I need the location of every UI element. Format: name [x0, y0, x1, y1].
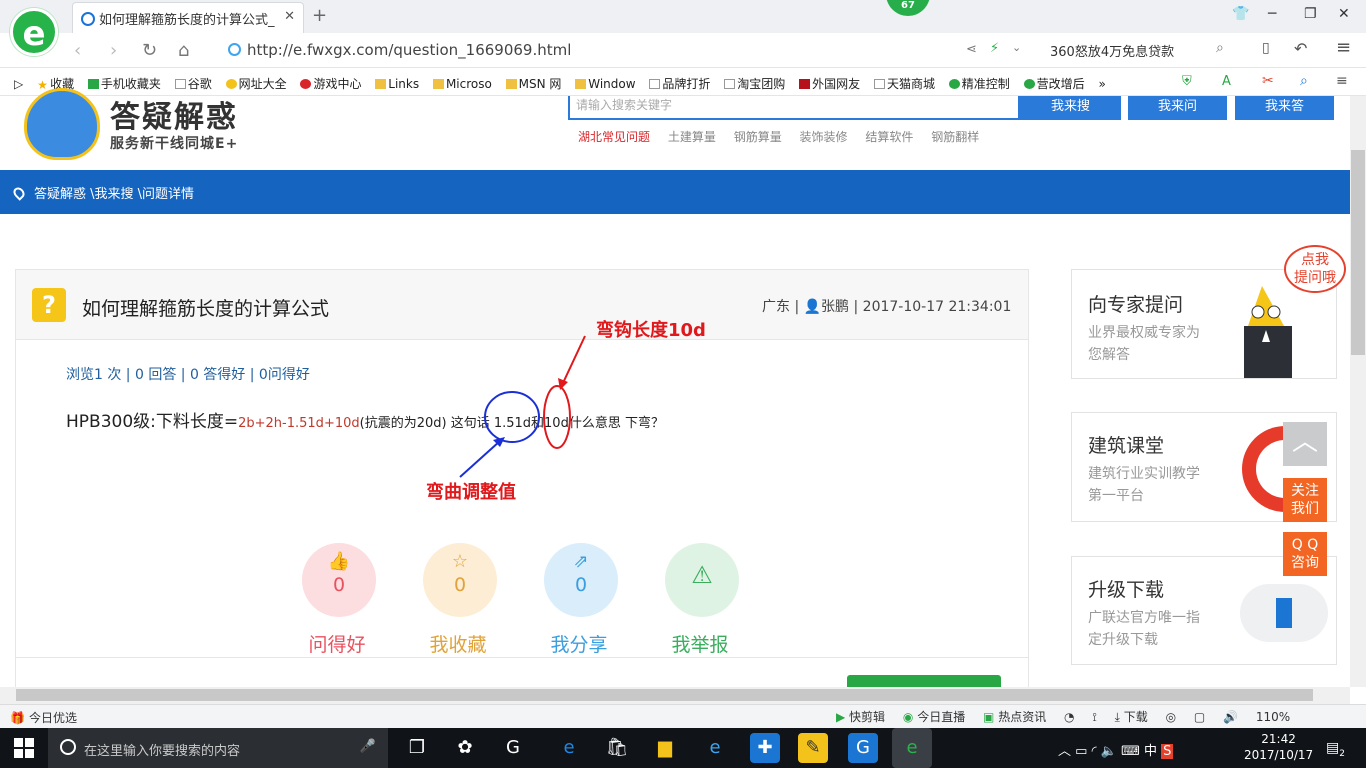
- swirl-app-icon[interactable]: G: [498, 733, 528, 763]
- file-explorer-icon[interactable]: ▆: [650, 733, 680, 763]
- expert-card-title: 向专家提问: [1088, 294, 1184, 316]
- favorite-count: 0: [453, 574, 467, 596]
- taskbar-search-placeholder: 在这里输入你要搜索的内容: [84, 744, 241, 759]
- expert-card-subtitle: 业界最权威专家为您解答: [1088, 325, 1200, 363]
- pencil-mascot-icon: [1222, 282, 1322, 378]
- cortana-icon: [60, 739, 76, 755]
- classroom-card-title: 建筑课堂: [1088, 435, 1165, 457]
- like-label[interactable]: 问得好: [287, 630, 387, 657]
- news-icon: ▣: [983, 710, 999, 724]
- thumbs-up-icon: 👍: [327, 551, 351, 572]
- share-icon: ⇗: [573, 551, 589, 572]
- window-icon[interactable]: ▢: [1194, 710, 1205, 724]
- red-ellipse: [543, 385, 571, 449]
- keyboard-icon[interactable]: ⌨: [1121, 744, 1140, 759]
- edge-browser-icon[interactable]: e: [554, 733, 584, 763]
- share-button[interactable]: ⇗ 0: [544, 543, 618, 617]
- quick-edit[interactable]: ▶ 快剪辑: [836, 710, 885, 724]
- speaker-icon[interactable]: 🔈: [1101, 744, 1117, 759]
- downloads[interactable]: ⤓ 下载: [1115, 710, 1148, 724]
- system-tray: ︿ ▭ ◜ 🔈 ⌨ 中 S: [1058, 740, 1174, 759]
- clock-time: 21:42: [1261, 732, 1296, 746]
- microphone-icon[interactable]: 🎤: [360, 739, 376, 754]
- daily-picks[interactable]: 今日优选: [29, 711, 77, 725]
- cloud-upload-icon: [1240, 584, 1328, 642]
- annotation-bend-adjust: 弯曲调整值: [426, 482, 516, 503]
- like-count: 0: [332, 574, 346, 596]
- action-center-icon[interactable]: ▤2: [1326, 740, 1345, 759]
- favorite-button[interactable]: ☆ 0: [423, 543, 497, 617]
- star-icon: ☆: [451, 551, 469, 572]
- share-label[interactable]: 我分享: [529, 630, 629, 657]
- gift-icon: 🎁: [10, 711, 25, 725]
- browser-360-icon[interactable]: e: [892, 728, 932, 768]
- pinwheel-app-icon[interactable]: ✿: [450, 733, 480, 763]
- favorite-label[interactable]: 我收藏: [408, 630, 508, 657]
- windows-start-icon[interactable]: [14, 738, 34, 758]
- taskbar-search-input[interactable]: 在这里输入你要搜索的内容 🎤: [48, 728, 388, 768]
- internet-explorer-icon[interactable]: e: [700, 733, 730, 763]
- follow-us-button[interactable]: 关注 我们: [1283, 478, 1327, 522]
- wifi-icon[interactable]: ◜: [1092, 744, 1097, 759]
- taskbar-clock[interactable]: 21:42 2017/10/17: [1244, 731, 1313, 763]
- annotation-hook-length: 弯钩长度10d: [596, 320, 706, 341]
- divider: [16, 657, 1028, 658]
- notepad-app-icon[interactable]: ✎: [798, 733, 828, 763]
- download-icon: ⤓: [1114, 710, 1124, 724]
- zoom-level[interactable]: 110%: [1256, 710, 1290, 724]
- classroom-card-subtitle: 建筑行业实训教学第一平台: [1088, 466, 1200, 504]
- browser-mini-icon[interactable]: ◎: [1166, 710, 1176, 724]
- back-to-top-button[interactable]: ︿: [1283, 422, 1327, 466]
- live-today[interactable]: ◉ 今日直播: [903, 710, 965, 724]
- store-icon[interactable]: 🛍: [602, 733, 632, 763]
- download-card-subtitle: 广联达官方唯一指定升级下载: [1088, 610, 1200, 648]
- blue-circle: [484, 391, 540, 443]
- tray-expand-icon[interactable]: ︿: [1058, 744, 1071, 759]
- volume-icon[interactable]: 🔊: [1223, 710, 1238, 724]
- battery-icon[interactable]: ▭: [1075, 744, 1087, 759]
- report-button[interactable]: ⚠: [665, 543, 739, 617]
- task-view-icon[interactable]: ❐: [402, 733, 432, 763]
- like-button[interactable]: 👍 0: [302, 543, 376, 617]
- download-card-title: 升级下载: [1088, 579, 1165, 601]
- speed-icon[interactable]: ◔: [1064, 710, 1074, 724]
- sogou-ime-icon[interactable]: S: [1161, 744, 1174, 759]
- clock-date: 2017/10/17: [1244, 748, 1314, 762]
- share-count: 0: [574, 574, 588, 596]
- red-arrow: [562, 335, 586, 384]
- blue-arrow: [459, 440, 501, 478]
- pin-icon[interactable]: ⟟: [1092, 710, 1096, 724]
- status-bar-tools: ▶ 快剪辑 ◉ 今日直播 ▣ 热点资讯 ◔ ⟟ ⤓ 下载 ◎ ▢ 🔊 110%: [836, 708, 1304, 725]
- horizontal-scroll-thumb[interactable]: [16, 689, 1313, 701]
- ime-indicator[interactable]: 中: [1144, 744, 1157, 759]
- ask-me-bubble[interactable]: 点我 提问哦: [1284, 245, 1346, 293]
- vertical-scroll-thumb[interactable]: [1351, 150, 1365, 355]
- g-app-icon[interactable]: G: [848, 733, 878, 763]
- bubble-text: 点我 提问哦: [1294, 252, 1336, 286]
- notification-count: 2: [1339, 748, 1345, 759]
- report-label[interactable]: 我举报: [650, 630, 750, 657]
- plus-app-icon[interactable]: ✚: [750, 733, 780, 763]
- qq-consult-button[interactable]: Q Q 咨询: [1283, 532, 1327, 576]
- warning-icon: ⚠: [691, 561, 713, 589]
- hot-news[interactable]: ▣ 热点资讯: [983, 710, 1046, 724]
- live-icon: ◉: [902, 710, 918, 724]
- play-icon: ▶: [836, 710, 850, 724]
- browser-logo-icon[interactable]: e: [10, 8, 58, 56]
